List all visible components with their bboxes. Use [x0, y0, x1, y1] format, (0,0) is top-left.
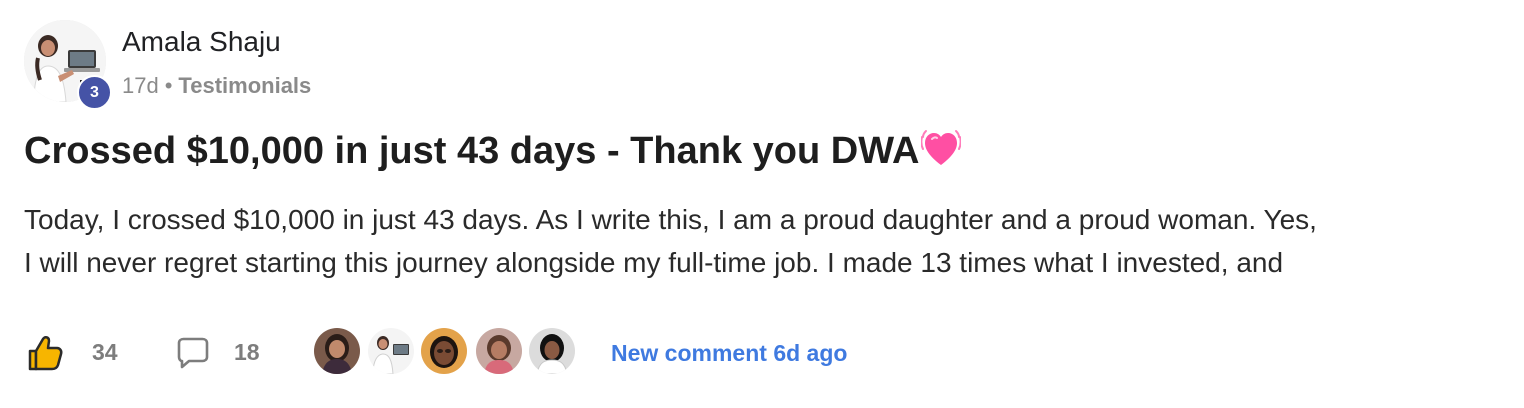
author-name[interactable]: Amala Shaju: [122, 24, 281, 60]
like-count: 34: [92, 339, 118, 365]
commenter-avatar-1[interactable]: [312, 326, 362, 376]
thumbs-up-icon: [28, 336, 63, 371]
level-badge: 3: [77, 75, 112, 110]
recent-commenters[interactable]: [312, 326, 582, 378]
post-card: 3 Amala Shaju 17d • Testimonials Crossed $…: [0, 0, 1524, 408]
like-button[interactable]: [24, 333, 64, 373]
commenter-avatar-3[interactable]: [419, 326, 469, 376]
post-footer: 34 18 New comment 6d ago: [24, 324, 1024, 380]
new-comment-link[interactable]: New comment 6d ago: [611, 338, 847, 368]
heart-icon: [920, 127, 963, 171]
commenter-avatar-5[interactable]: [527, 326, 577, 376]
post-body[interactable]: Today, I crossed $10,000 in just 43 days…: [24, 198, 1500, 284]
commenter-avatar-2[interactable]: [366, 326, 416, 376]
post-category[interactable]: Testimonials: [178, 73, 311, 98]
author-avatar[interactable]: 3: [24, 20, 112, 110]
post-meta: 17d • Testimonials: [122, 72, 311, 100]
meta-separator: •: [164, 73, 173, 98]
post-title[interactable]: Crossed $10,000 in just 43 days - Thank …: [24, 127, 963, 174]
post-time: 17d: [122, 73, 159, 98]
post-title-text: Crossed $10,000 in just 43 days - Thank …: [24, 130, 920, 172]
comment-bubble-icon: [177, 337, 209, 369]
comment-button[interactable]: [174, 335, 212, 373]
post-body-line: I will never regret starting this journe…: [24, 247, 1284, 278]
post-body-line: Today, I crossed $10,000 in just 43 days…: [24, 204, 1317, 235]
comment-count: 18: [234, 339, 260, 365]
commenter-avatar-4[interactable]: [474, 326, 524, 376]
